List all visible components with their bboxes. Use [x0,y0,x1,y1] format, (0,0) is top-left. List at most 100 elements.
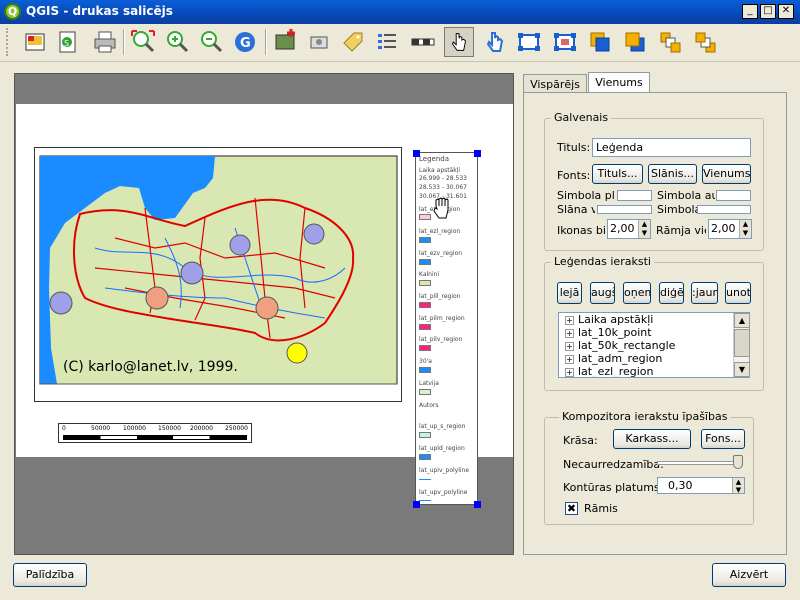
remove-button[interactable]: oņem [623,282,651,304]
outline-width-label: Kontūras platums [563,481,660,494]
opacity-slider[interactable] [657,461,743,465]
hand-cursor-icon [432,196,454,223]
legend-swatch [419,432,431,438]
icon-spacing-spin[interactable]: 2,00 ▲ ▼ [607,219,651,239]
move-down-button[interactable]: lejā [557,282,582,304]
map-copyright: (C) karlo@lanet.lv, 1999. [63,359,238,375]
zoom-full-icon[interactable] [128,27,158,57]
spin-up-icon[interactable]: ▲ [739,220,751,229]
close-window-button[interactable]: ✕ [778,4,794,19]
symbol-spacing-spin[interactable] [697,205,751,214]
spin-down-icon[interactable]: ▼ [732,485,744,494]
move-bottom-icon[interactable] [690,27,720,57]
add-image-icon[interactable] [304,27,334,57]
legend-line [419,479,431,480]
frame-spacing-label: Rāmja vie [656,224,706,237]
tree-scrollbar[interactable]: ▲ ▼ [733,313,750,377]
expand-icon[interactable]: + [565,367,574,377]
help-button[interactable]: Palīdzība [13,563,87,587]
legend-title-input[interactable]: Leģenda [592,138,751,157]
add-map-icon[interactable] [20,27,50,57]
legend-line [419,500,431,501]
add-label-icon[interactable] [338,27,368,57]
tree-item[interactable]: + lat_adm_region [559,352,749,365]
add-legend-icon[interactable] [372,27,402,57]
legend-items-tree[interactable]: + Laika apstākļi + lat_10k_point + lat_50k_… [558,312,750,378]
tree-item[interactable]: + lat_50k_rectangle [559,339,749,352]
spin-down-icon[interactable]: ▼ [739,229,751,238]
title-font-button[interactable]: Tituls... [592,164,643,184]
lower-icon[interactable] [620,27,650,57]
toolbar-separator [123,29,125,55]
move-top-icon[interactable] [655,27,685,57]
frame-checkbox[interactable]: ✖ [565,502,578,515]
selection-handle[interactable] [413,150,420,157]
minimize-button[interactable]: _ [742,4,758,19]
move-content-icon[interactable] [480,27,510,57]
item-font-button[interactable]: Vienums... [702,164,751,184]
toolbar: S G [0,24,800,62]
edit-button[interactable]: diģēt [659,282,684,304]
add-scalebar-icon[interactable] [408,27,438,57]
icon-spacing-value: 2,00 [610,222,635,235]
symbol-height-label: Simbola auc [657,189,715,202]
legend-swatch [419,302,431,308]
refresh-icon[interactable]: G [230,27,260,57]
tree-item[interactable]: + lat_10k_point [559,326,749,339]
ungroup-icon[interactable] [550,27,580,57]
scroll-thumb[interactable] [734,329,750,357]
scale-bar[interactable]: 0 50000 100000 150000 200000 250000 [58,423,252,443]
move-up-button[interactable]: augšā [590,282,615,304]
expand-icon[interactable]: + [565,341,574,351]
layer-spacing-spin[interactable] [597,205,652,214]
selection-handle[interactable] [474,150,481,157]
print-icon[interactable] [90,27,120,57]
legend-swatch [419,345,431,351]
background-color-button[interactable]: Fons... [701,429,745,449]
maximize-button[interactable]: □ [760,4,776,19]
update-button[interactable]: :jauni [691,282,718,304]
scale-label: 100000 [123,425,146,432]
outline-width-spin[interactable]: 0,30 ▲ ▼ [657,477,745,494]
select-move-icon[interactable] [444,27,474,57]
spin-down-icon[interactable]: ▼ [638,229,650,238]
svg-text:S: S [64,39,69,48]
spin-up-icon[interactable]: ▲ [638,220,650,229]
frame-color-button[interactable]: Karkass... [613,429,691,449]
expand-icon[interactable]: + [565,315,574,325]
layer-font-button[interactable]: Slānis... [648,164,697,184]
outline-width-value: 0,30 [668,479,693,492]
scale-label: 150000 [158,425,181,432]
scroll-down-icon[interactable]: ▼ [734,362,750,377]
include-button[interactable]: unot [725,282,751,304]
add-map-layer-icon[interactable] [270,27,300,57]
symbol-width-spin[interactable] [617,190,652,201]
group-icon[interactable] [514,27,544,57]
zoom-in-icon[interactable] [162,27,192,57]
expand-icon[interactable]: + [565,354,574,364]
expand-icon[interactable]: + [565,328,574,338]
raise-icon[interactable] [585,27,615,57]
tab-item[interactable]: Vienums [588,72,650,92]
frame-spacing-spin[interactable]: 2,00 ▲ ▼ [708,219,752,239]
legend-entry: lat_pilm_region [419,315,465,322]
tab-general[interactable]: Vispārējs [523,74,587,94]
legend-title: Legenda [419,155,450,163]
selection-handle[interactable] [474,501,481,508]
toolbar-separator [265,29,267,55]
title-label: Tituls: [557,141,591,154]
spin-up-icon[interactable]: ▲ [732,478,744,486]
icon-spacing-label: Ikonas bir [557,224,605,237]
selection-handle[interactable] [413,501,420,508]
export-svg-icon[interactable]: S [52,27,82,57]
symbol-height-spin[interactable] [716,190,751,201]
tree-item[interactable]: + lat_ezl_region [559,365,749,377]
map-frame[interactable]: (C) karlo@lanet.lv, 1999. [34,147,402,402]
close-button[interactable]: Aizvērt [712,563,786,587]
scroll-up-icon[interactable]: ▲ [734,313,750,328]
legend-entry: lat_upld_region [419,445,465,452]
legend-entry: 26.999 - 28.533 [419,175,467,182]
tree-item[interactable]: + Laika apstākļi [559,313,749,326]
opacity-slider-handle[interactable] [733,455,743,469]
zoom-out-icon[interactable] [196,27,226,57]
